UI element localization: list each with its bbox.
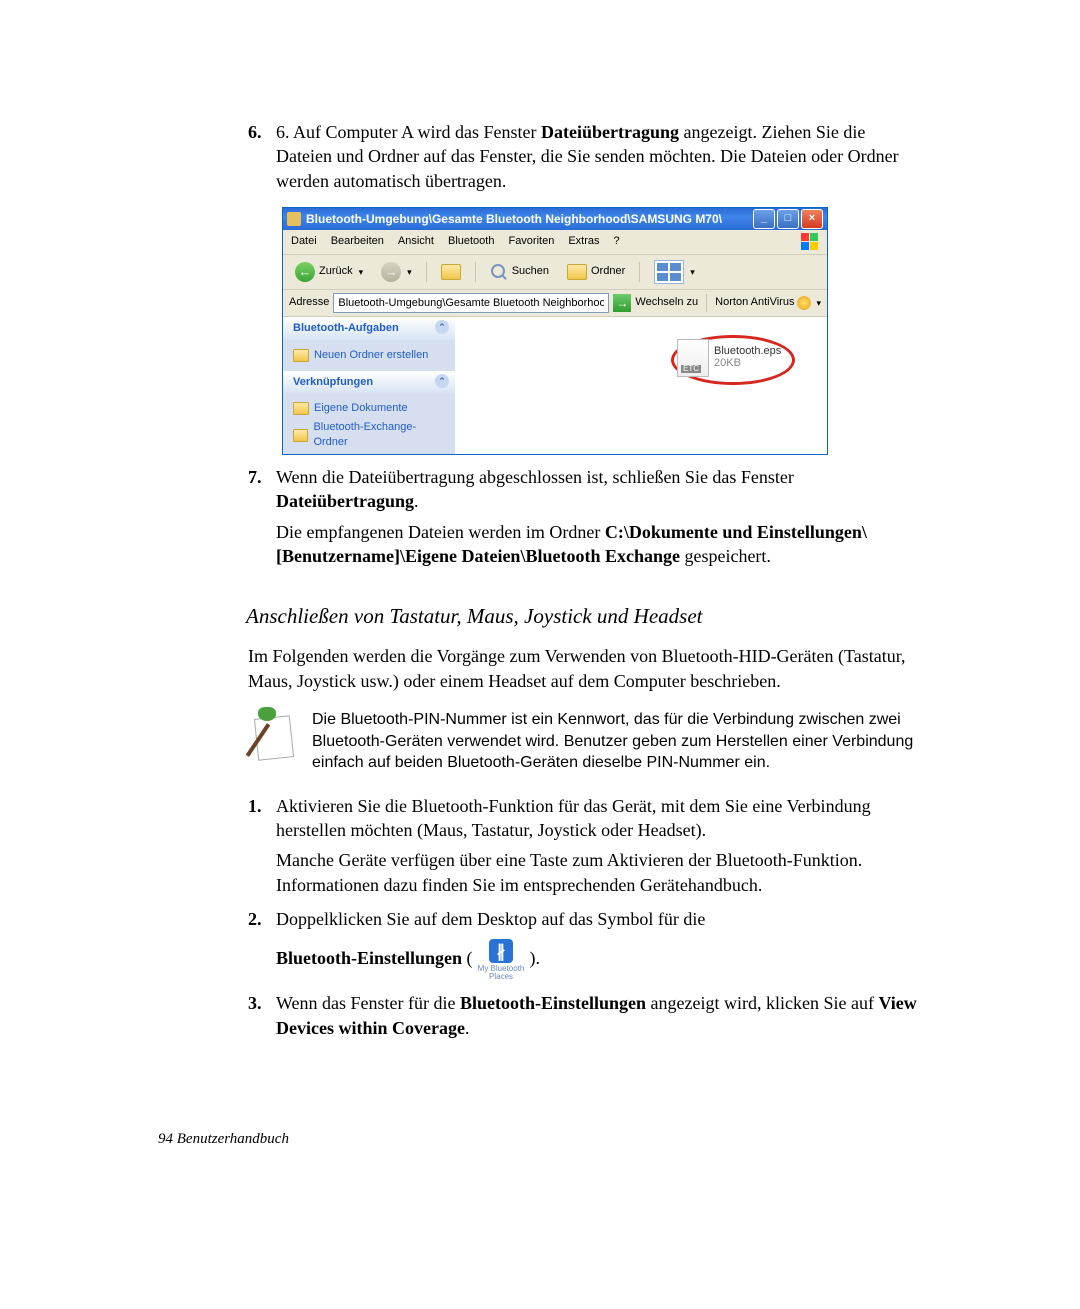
sidebar-item[interactable]: Bluetooth-Exchange-Ordner [293,418,445,452]
view-icon [654,260,684,284]
menu-item[interactable]: Bearbeiten [331,234,384,249]
collapse-icon: ⌃ [435,320,449,334]
step-number: 7. [248,465,276,568]
panel-header[interactable]: Bluetooth-Aufgaben ⌃ [283,317,455,340]
sidebar-item[interactable]: Eigene Dokumente [293,399,445,418]
go-label: Wechseln zu [635,295,698,310]
step-number: 2. [248,907,276,981]
norton-button[interactable]: Norton AntiVirus ▾ [715,295,821,310]
panel-header[interactable]: Verknüpfungen ⌃ [283,371,455,394]
step-1: 1. Aktivieren Sie die Bluetooth-Funktion… [248,794,922,897]
folder-content: Bluetooth.eps 20KB [455,317,827,454]
bluetooth-desktop-icon: ∦ My Bluetooth Places [477,939,525,981]
step-text: Aktivieren Sie die Bluetooth-Funktion fü… [276,794,922,897]
step-6: 6. 6. Auf Computer A wird das Fenster Da… [248,120,922,193]
sidebar-item[interactable]: Neuen Ordner erstellen [293,346,445,365]
bluetooth-glyph-icon: ∦ [489,939,513,963]
menu-item[interactable]: Ansicht [398,234,434,249]
note-box: Die Bluetooth-PIN-Nummer ist ein Kennwor… [248,709,922,774]
minimize-button[interactable]: _ [753,209,775,229]
address-input[interactable] [333,293,609,313]
back-arrow-icon: ← [295,262,315,282]
step-text: Doppelklicken Sie auf dem Desktop auf da… [276,907,922,981]
note-text: Die Bluetooth-PIN-Nummer ist ein Kennwor… [312,709,922,774]
subheading: Anschließen von Tastatur, Maus, Joystick… [246,602,922,630]
folder-icon [293,429,308,442]
folders-button[interactable]: Ordner [561,262,631,282]
menu-item[interactable]: Extras [568,234,599,249]
norton-icon [797,296,811,310]
step-number: 6. [248,120,276,193]
note-icon [248,709,294,761]
file-icon [677,339,709,377]
folder-icon [567,264,587,280]
chevron-down-icon: ▾ [816,297,821,309]
step-number: 1. [248,794,276,897]
windows-logo-icon [801,233,819,251]
file-item[interactable]: Bluetooth.eps 20KB [677,339,781,377]
folder-icon [293,349,309,362]
address-label: Adresse [289,295,329,310]
search-icon [490,263,508,281]
step-7: 7. Wenn die Dateiübertragung abgeschloss… [248,465,922,568]
chevron-down-icon: ▾ [407,266,412,278]
window-title: Bluetooth-Umgebung\Gesamte Bluetooth Nei… [306,211,722,227]
go-button[interactable]: → [613,294,631,312]
forward-arrow-icon: → [381,262,401,282]
close-button[interactable]: × [801,209,823,229]
folder-icon [293,402,309,415]
window-titlebar: Bluetooth-Umgebung\Gesamte Bluetooth Nei… [283,208,827,230]
folder-up-icon [441,264,461,280]
toolbar: ← Zurück ▾ → ▾ Suchen Ordner [283,255,827,290]
embedded-window: Bluetooth-Umgebung\Gesamte Bluetooth Nei… [282,207,828,455]
collapse-icon: ⌃ [435,374,449,388]
menubar: Datei Bearbeiten Ansicht Bluetooth Favor… [283,230,827,255]
menu-item[interactable]: Favoriten [508,234,554,249]
step-text: 6. Auf Computer A wird das Fenster Datei… [276,120,922,193]
menu-item[interactable]: Bluetooth [448,234,494,249]
step-2: 2. Doppelklicken Sie auf dem Desktop auf… [248,907,922,981]
search-button[interactable]: Suchen [484,261,555,283]
menu-item[interactable]: Datei [291,234,317,249]
step-text: Wenn das Fenster für die Bluetooth-Einst… [276,991,922,1040]
forward-button[interactable]: → ▾ [375,260,418,284]
step-text: Wenn die Dateiübertragung abgeschlossen … [276,465,922,568]
intro-paragraph: Im Folgenden werden die Vorgänge zum Ver… [248,644,922,693]
chevron-down-icon: ▾ [359,266,364,278]
page-footer: 94 Benutzerhandbuch [158,1129,289,1149]
step-3: 3. Wenn das Fenster für die Bluetooth-Ei… [248,991,922,1040]
maximize-button[interactable]: □ [777,209,799,229]
chevron-down-icon: ▾ [690,266,695,278]
menu-item[interactable]: ? [614,234,620,249]
addressbar: Adresse → Wechseln zu Norton AntiVirus ▾ [283,290,827,317]
view-button[interactable]: ▾ [648,258,701,286]
bluetooth-icon [287,212,301,226]
tasks-sidebar: Bluetooth-Aufgaben ⌃ Neuen Ordner erstel… [283,317,455,454]
up-button[interactable] [435,262,467,282]
step-number: 3. [248,991,276,1040]
window-body: Bluetooth-Aufgaben ⌃ Neuen Ordner erstel… [283,317,827,454]
back-button[interactable]: ← Zurück ▾ [289,260,369,284]
